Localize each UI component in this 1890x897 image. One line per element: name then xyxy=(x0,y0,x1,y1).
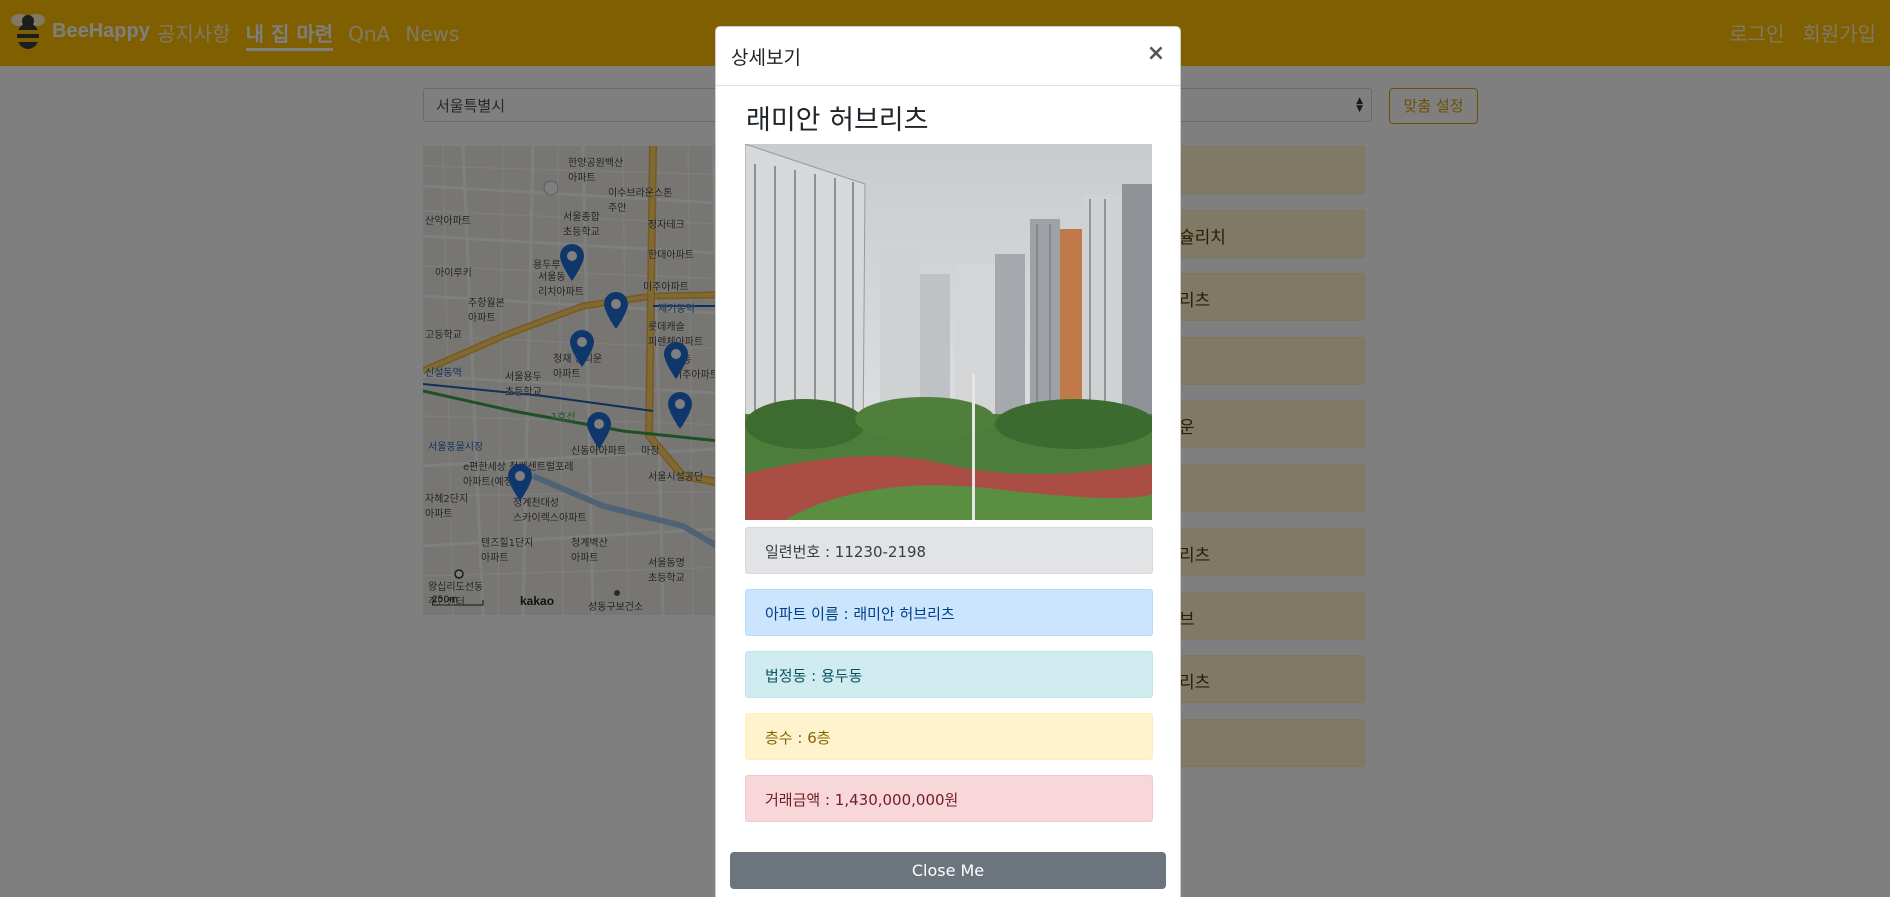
modal-header: 상세보기 × xyxy=(716,27,1180,86)
close-me-button[interactable]: Close Me xyxy=(730,852,1166,889)
modal-title: 상세보기 xyxy=(731,47,801,69)
legal-dong-field: 법정동 : 용두동 xyxy=(745,651,1153,698)
apartment-name-heading: 래미안 허브리츠 xyxy=(746,105,929,136)
floor-field: 층수 : 6층 xyxy=(745,713,1153,760)
apartment-photo-image xyxy=(745,144,1152,520)
serial-number: 일련번호 : 11230-2198 xyxy=(745,527,1153,574)
close-icon[interactable]: × xyxy=(1146,41,1166,67)
detail-modal: 상세보기 × 래미안 허브리츠 일련번호: 11230-2198 아파트 이름… xyxy=(715,26,1181,897)
price-field: 거래금액 : 1,430,000,000원 xyxy=(745,775,1153,822)
apartment-photo xyxy=(745,144,1152,520)
apartment-name-field: 아파트 이름 : 래미안 허브리츠 xyxy=(745,589,1153,636)
